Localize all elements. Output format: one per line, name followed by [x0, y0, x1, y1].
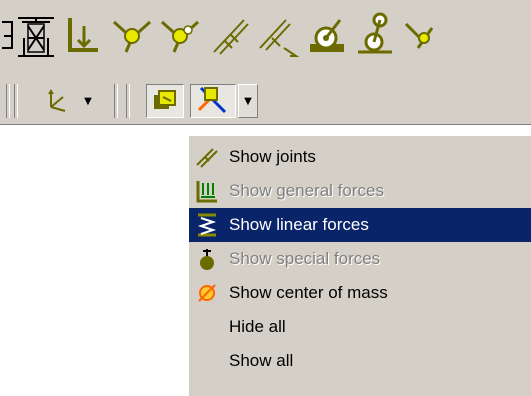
visibility-filter-button[interactable] [190, 84, 236, 118]
display-parts-button[interactable] [146, 84, 184, 118]
joints-icon [195, 145, 219, 169]
chevron-down-icon: ▼ [244, 95, 252, 107]
menu-item-show-center-of-mass[interactable]: Show center of mass [189, 276, 531, 310]
toolbar-separator [6, 84, 10, 118]
partial-icon[interactable] [402, 8, 446, 60]
toolbar-separator [114, 84, 118, 118]
axes-icon [41, 85, 69, 118]
chevron-down-icon: ▼ [84, 95, 92, 107]
visibility-dropdown[interactable]: ▼ [238, 84, 258, 118]
toolbar-separator [14, 84, 18, 118]
menu-item-label: Show joints [229, 147, 316, 166]
toolbar-top [0, 0, 531, 78]
contact-icon[interactable] [304, 8, 348, 60]
menu-item-label: Show linear forces [229, 215, 369, 234]
toolbar-bottom: ▼ ▼ [0, 78, 531, 125]
menu-item-show-general-forces[interactable]: Show general forces [189, 174, 531, 208]
general-forces-icon [195, 179, 219, 203]
menu-item-label: Show special forces [229, 249, 381, 268]
center-of-mass-icon [195, 281, 219, 305]
menu-item-show-all[interactable]: Show all [189, 344, 531, 378]
slider-joint-2-icon[interactable] [256, 8, 300, 60]
menu-item-hide-all[interactable]: Hide all [189, 310, 531, 344]
display-parts-icon [151, 85, 179, 118]
axes-dropdown[interactable]: ▼ [78, 84, 98, 118]
linear-forces-icon [195, 213, 219, 237]
visibility-filter-icon [197, 84, 229, 119]
axes-button[interactable] [38, 84, 72, 118]
visibility-menu: Show joints Show general forces Show lin… [188, 136, 531, 396]
revolute-joint-icon[interactable] [110, 8, 154, 60]
menu-item-show-linear-forces[interactable]: Show linear forces [189, 208, 531, 242]
menu-item-label: Show general forces [229, 181, 384, 200]
menu-item-label: Show all [229, 351, 294, 370]
fixed-support-icon[interactable] [62, 8, 106, 60]
spring-joint-icon[interactable] [14, 8, 58, 60]
menu-item-label: Show center of mass [229, 283, 388, 302]
menu-item-label: Hide all [229, 317, 286, 336]
toolbar-separator [126, 84, 130, 118]
slider-joint-icon[interactable] [208, 8, 252, 60]
menu-item-show-joints[interactable]: Show joints [189, 140, 531, 174]
menu-item-show-special-forces[interactable]: Show special forces [189, 242, 531, 276]
revolute-joint-2-icon[interactable] [158, 8, 202, 60]
cam-contact-icon[interactable] [352, 8, 396, 60]
special-forces-icon [195, 247, 219, 271]
